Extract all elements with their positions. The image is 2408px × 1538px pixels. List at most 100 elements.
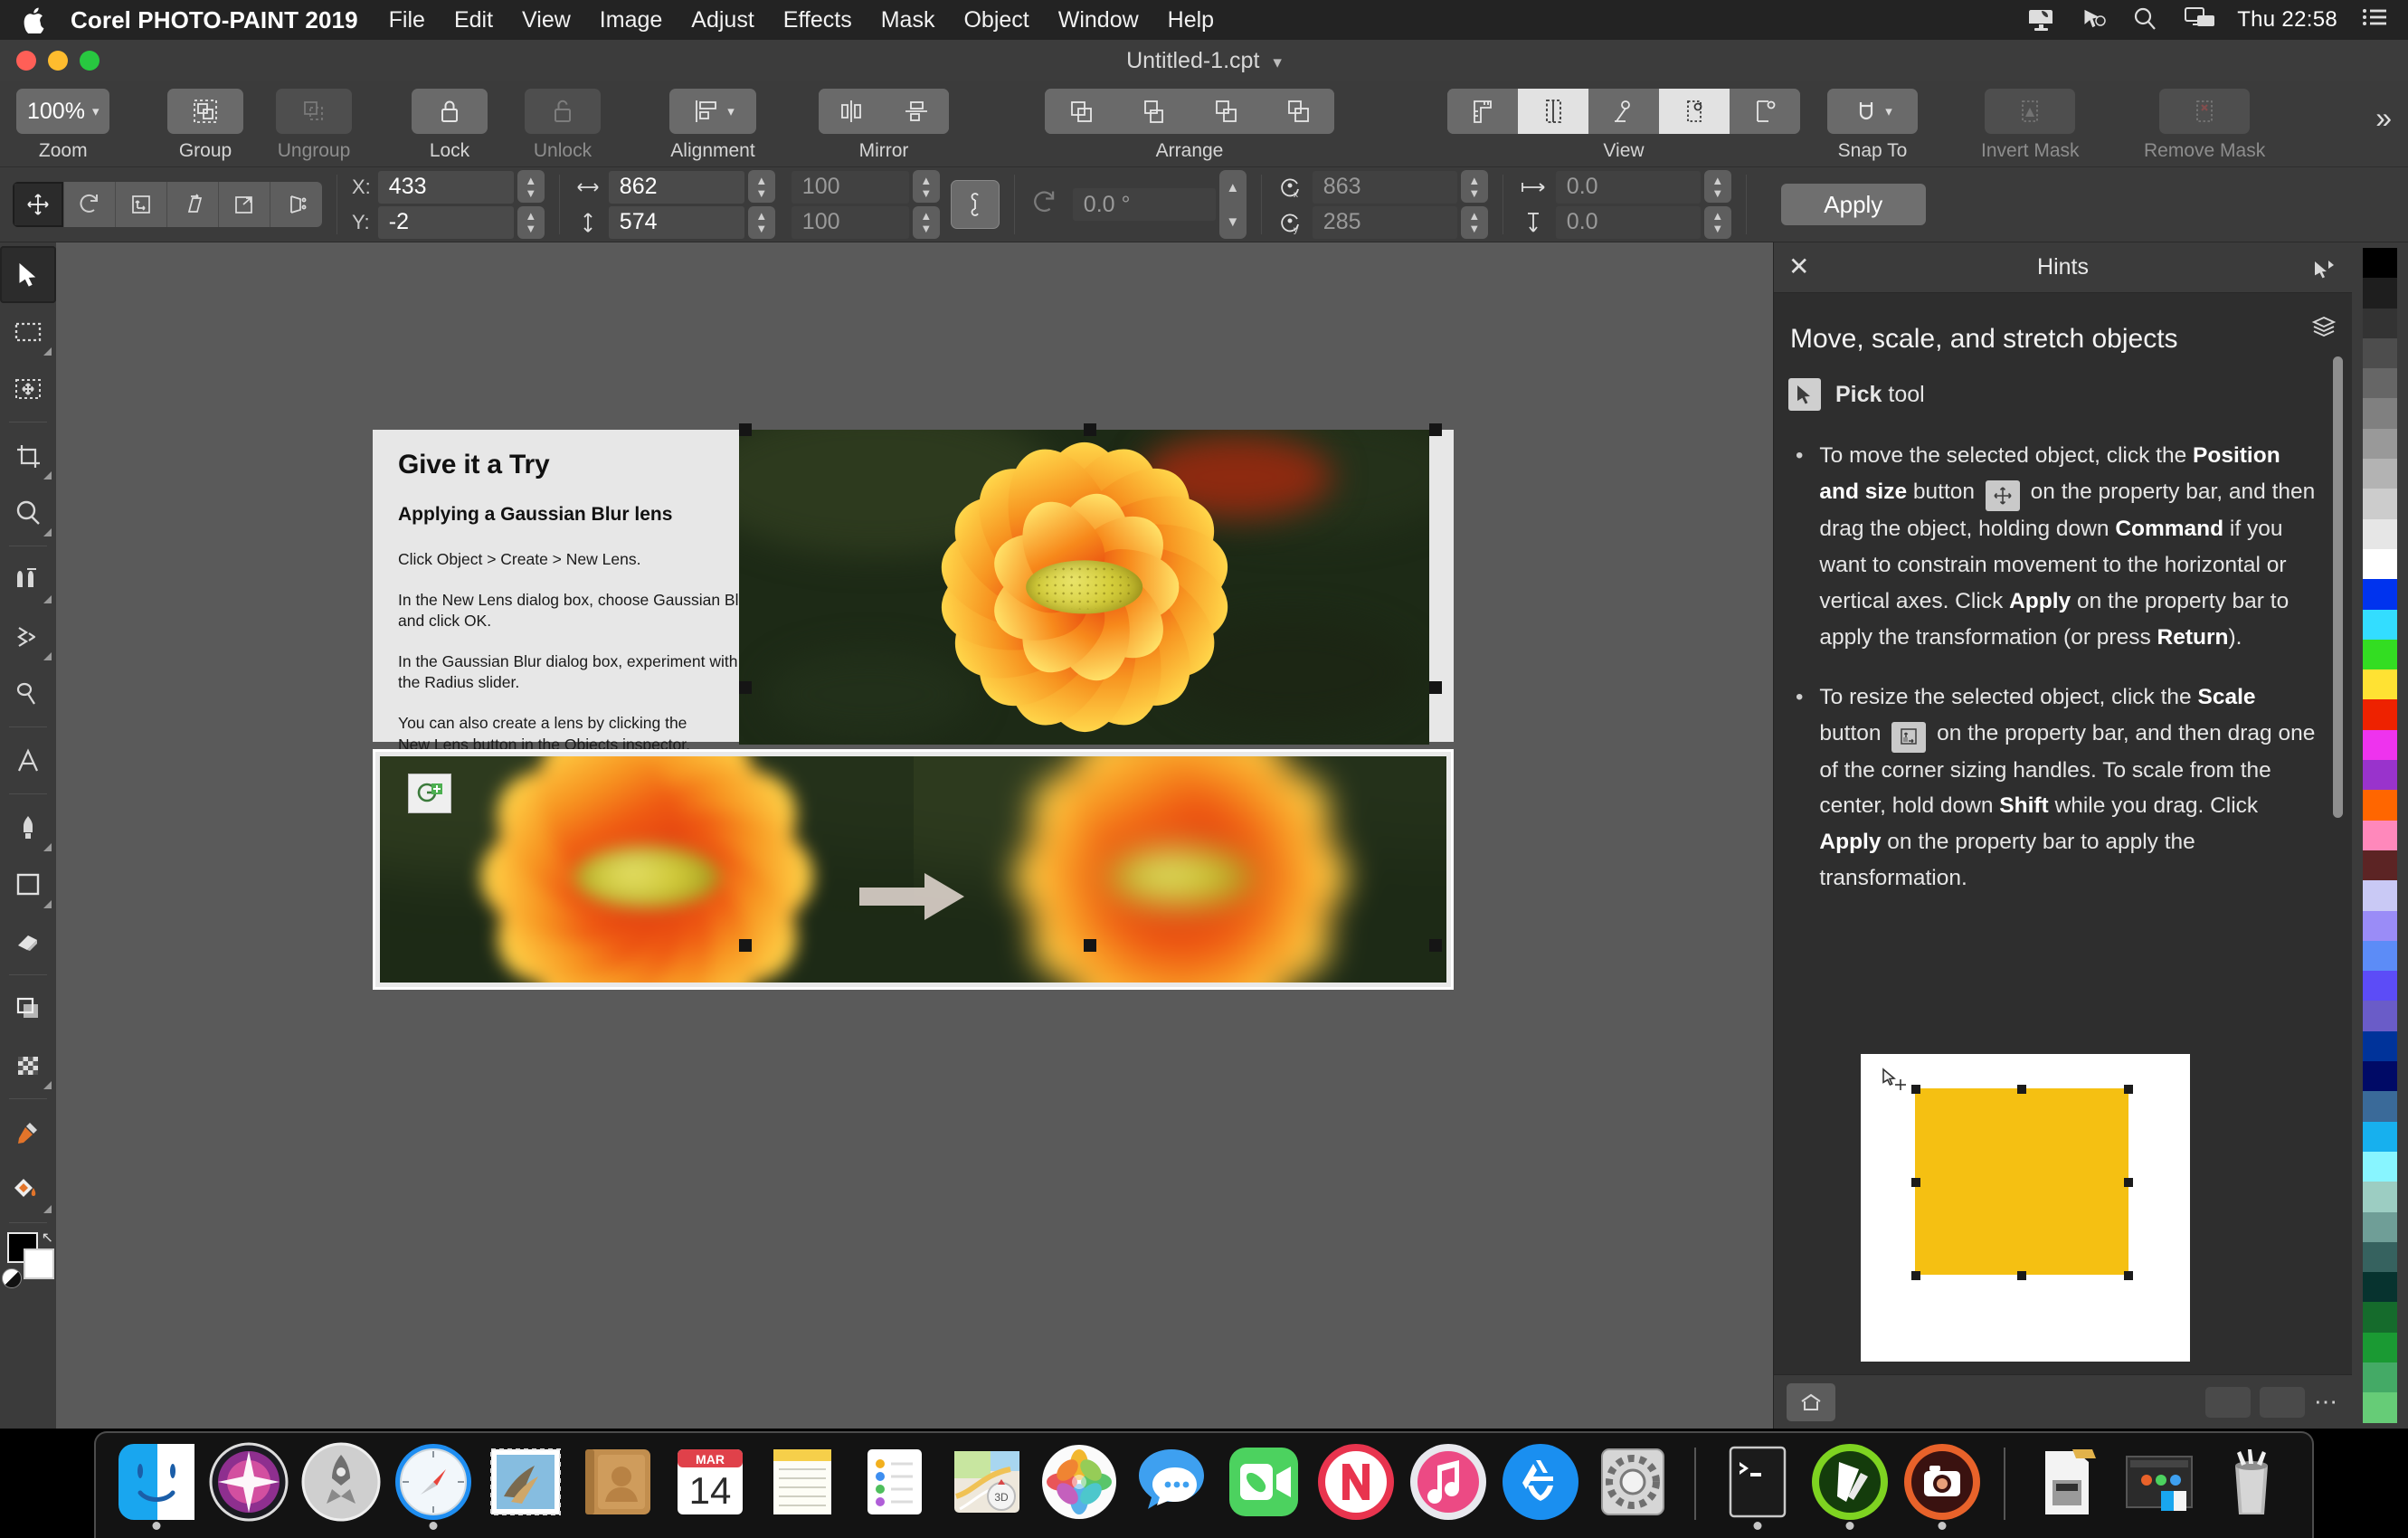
skew-button[interactable] [167, 182, 219, 227]
size-steppers[interactable]: ▲ ▼ ▲ ▼ [747, 170, 775, 239]
flyout-arrow-icon[interactable] [43, 652, 52, 660]
skew-vertical-input[interactable]: 0.0 [1555, 205, 1701, 239]
center-y-input[interactable]: 285 [1312, 205, 1457, 239]
mask-rectangle-tool[interactable] [0, 303, 56, 360]
dock-item-finder[interactable] [117, 1444, 196, 1531]
hints-scrollbar[interactable] [2333, 356, 2343, 818]
palette-swatch[interactable] [2363, 669, 2397, 700]
palette-swatch[interactable] [2363, 609, 2397, 640]
flyout-arrow-icon[interactable] [43, 900, 52, 908]
palette-swatch[interactable] [2363, 639, 2397, 670]
document-page-bottom[interactable] [373, 749, 1454, 990]
menu-window[interactable]: Window [1058, 7, 1139, 33]
height-input[interactable]: 574 [608, 205, 744, 239]
color-palette[interactable] [2352, 242, 2408, 1429]
dock-item-news[interactable] [1316, 1444, 1396, 1531]
more-options-icon[interactable]: ⋯ [2314, 1388, 2339, 1416]
dock-item-screenshot-file[interactable] [2119, 1448, 2199, 1531]
eyedropper-pair-tool[interactable] [0, 551, 56, 608]
palette-swatch[interactable] [2363, 760, 2397, 791]
y-stepper[interactable]: ▲ ▼ [517, 205, 545, 239]
center-steppers[interactable]: ▲ ▼ ▲ ▼ [1460, 170, 1488, 239]
width-stepper[interactable]: ▲ ▼ [747, 170, 775, 204]
flyout-arrow-icon[interactable] [43, 528, 52, 536]
skew-steppers[interactable]: ▲ ▼ ▲ ▼ [1703, 170, 1731, 239]
palette-swatch[interactable] [2363, 548, 2397, 580]
color-eyedropper-tool[interactable] [0, 1104, 56, 1161]
scale-vertical-input[interactable]: 100 [791, 205, 909, 239]
dock-item-corel-photo-paint[interactable] [1902, 1444, 1982, 1531]
dock-item-mail[interactable] [486, 1448, 565, 1531]
zoom-level-dropdown[interactable]: 100% ▾ [16, 89, 110, 134]
menu-object[interactable]: Object [963, 7, 1029, 33]
palette-swatch[interactable] [2363, 1302, 2397, 1333]
snap-to-dropdown-button[interactable]: ▾ [1827, 89, 1918, 134]
chevron-down-icon[interactable]: ▾ [1273, 53, 1282, 72]
x-stepper[interactable]: ▲ ▼ [517, 170, 545, 204]
objects-layers-rail-icon[interactable] [2296, 299, 2352, 355]
palette-swatch[interactable] [2363, 820, 2397, 850]
palette-swatch[interactable] [2363, 940, 2397, 972]
dock-item-contacts[interactable] [578, 1448, 658, 1531]
dock-item-app-store[interactable] [1501, 1444, 1580, 1531]
palette-swatch[interactable] [2363, 699, 2397, 730]
rotate-button[interactable] [64, 182, 116, 227]
remove-mask-button[interactable] [2159, 89, 2251, 134]
previous-icon[interactable] [2205, 1386, 2251, 1418]
unlock-button[interactable] [525, 89, 601, 134]
palette-swatch[interactable] [2363, 1030, 2397, 1062]
crop-tool[interactable] [0, 427, 56, 484]
dock-item-corel-draw[interactable] [1810, 1444, 1890, 1531]
apple-logo-icon[interactable] [24, 6, 47, 35]
dock-item-trash[interactable] [2212, 1448, 2291, 1531]
next-icon[interactable] [2260, 1386, 2305, 1418]
palette-swatch[interactable] [2363, 971, 2397, 1002]
pick-arrow-rail-icon[interactable] [2296, 242, 2352, 299]
scale-steppers[interactable]: ▲ ▼ ▲ ▼ [912, 170, 940, 239]
perspective-button[interactable] [270, 182, 322, 227]
invert-mask-button[interactable] [1985, 89, 2076, 134]
scale-horizontal-input[interactable]: 100 [791, 170, 909, 204]
palette-swatch[interactable] [2363, 1182, 2397, 1212]
rectangle-shape-tool[interactable] [0, 856, 56, 913]
ungroup-objects-button[interactable] [276, 89, 352, 134]
menu-edit[interactable]: Edit [454, 7, 493, 33]
skew-h-stepper[interactable]: ▲ ▼ [1703, 170, 1731, 204]
palette-swatch[interactable] [2363, 368, 2397, 399]
palette-swatch[interactable] [2363, 1332, 2397, 1362]
palette-swatch[interactable] [2363, 337, 2397, 369]
x-input[interactable]: 433 [377, 170, 514, 204]
angle-input[interactable]: 0.0 ° [1072, 188, 1216, 221]
paint-tool[interactable] [0, 799, 56, 856]
angle-stepper[interactable]: ▲ ▼ [1218, 170, 1247, 239]
order-to-front-button[interactable] [1045, 89, 1117, 134]
dock-item-maps[interactable]: 3D [947, 1448, 1027, 1531]
shadow-tool[interactable] [0, 980, 56, 1037]
stretch-button[interactable] [219, 182, 270, 227]
document-title[interactable]: Untitled-1.cpt ▾ [0, 48, 2408, 74]
palette-swatch[interactable] [2363, 579, 2397, 610]
flyout-arrow-icon[interactable] [43, 1205, 52, 1213]
dock-item-notes[interactable] [763, 1448, 842, 1531]
clone-tool[interactable] [0, 665, 56, 722]
center-x-input[interactable]: 863 [1312, 170, 1457, 204]
menu-view[interactable]: View [522, 7, 571, 33]
flyout-arrow-icon[interactable] [43, 471, 52, 479]
menu-effects[interactable]: Effects [783, 7, 852, 33]
lock-button[interactable] [412, 89, 488, 134]
rulers-toggle-button[interactable] [1447, 89, 1518, 134]
palette-swatch[interactable] [2363, 1241, 2397, 1273]
dock-item-photos[interactable] [1039, 1445, 1119, 1531]
palette-swatch[interactable] [2363, 518, 2397, 549]
palette-swatch[interactable] [2363, 1001, 2397, 1031]
skew-v-stepper[interactable]: ▲ ▼ [1703, 205, 1731, 239]
background-color-swatch[interactable] [24, 1248, 54, 1279]
center-x-stepper[interactable]: ▲ ▼ [1460, 170, 1488, 204]
palette-swatch[interactable] [2363, 278, 2397, 309]
dock-item-safari[interactable] [393, 1444, 473, 1531]
palette-swatch[interactable] [2363, 459, 2397, 489]
mask-transform-tool[interactable] [0, 360, 56, 417]
scale-h-stepper[interactable]: ▲ ▼ [912, 170, 940, 204]
scale-v-stepper[interactable]: ▲ ▼ [912, 205, 940, 239]
transparency-tool[interactable] [0, 1037, 56, 1094]
